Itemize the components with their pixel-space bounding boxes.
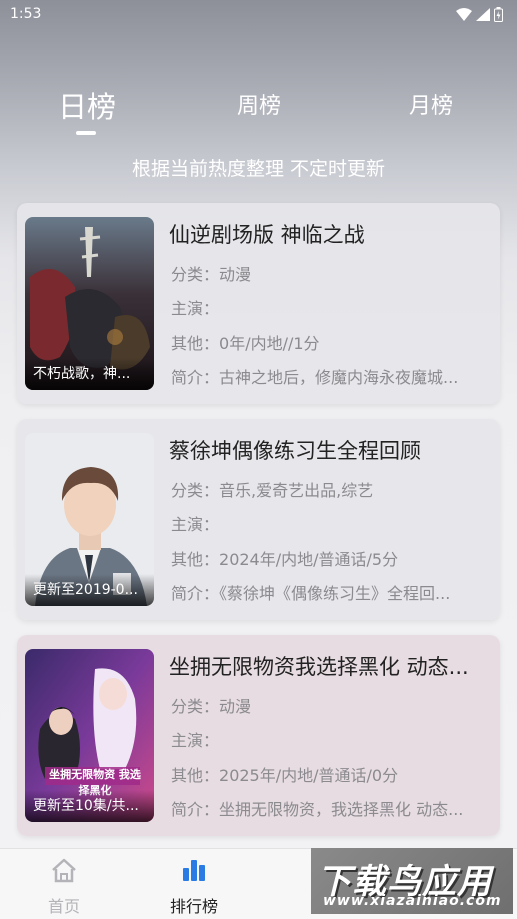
card-other: 其他：0年/内地//1分 bbox=[171, 334, 320, 353]
card-intro: 简介：古神之地后，修魔内海永夜魔城... bbox=[171, 368, 459, 387]
status-time: 1:53 bbox=[10, 6, 42, 22]
nav-home-label: 首页 bbox=[47, 897, 80, 916]
wifi-icon bbox=[456, 7, 472, 21]
card-title: 蔡徐坤偶像练习生全程回顾 bbox=[169, 439, 421, 463]
watermark-logo: 下载鸟应用 www.xiazainiao.com bbox=[311, 848, 513, 914]
nav-home[interactable]: 首页 bbox=[14, 857, 114, 917]
tab-daily[interactable]: 日榜 bbox=[56, 84, 118, 126]
poster-image: 更新至2019-0... bbox=[25, 433, 154, 606]
poster-caption: 更新至2019-0... bbox=[25, 574, 154, 606]
card-other: 其他：2024年/内地/普通话/5分 bbox=[171, 550, 399, 569]
nav-ranking-label: 排行榜 bbox=[169, 897, 218, 916]
status-bar: 1:53 bbox=[0, 0, 517, 28]
card-category: 分类：动漫 bbox=[171, 697, 252, 716]
status-icons bbox=[456, 6, 503, 22]
card-cast: 主演： bbox=[171, 299, 220, 318]
chart-icon bbox=[183, 860, 205, 881]
watermark-url: www.xiazainiao.com bbox=[323, 893, 502, 909]
tab-monthly[interactable]: 月榜 bbox=[400, 88, 462, 120]
card-title: 坐拥无限物资我选择黑化 动态... bbox=[169, 655, 469, 679]
poster-caption: 不朽战歌，神... bbox=[25, 358, 154, 390]
tab-weekly[interactable]: 周榜 bbox=[228, 88, 290, 120]
poster-caption: 更新至10集/共... bbox=[25, 790, 154, 822]
tab-indicator bbox=[76, 131, 96, 135]
signal-icon bbox=[476, 7, 490, 21]
card-title: 仙逆剧场版 神临之战 bbox=[169, 223, 365, 247]
nav-ranking[interactable]: 排行榜 bbox=[144, 857, 244, 917]
ranking-card[interactable]: 坐拥无限物资 我选择黑化 更新至10集/共... 坐拥无限物资我选择黑化 动态.… bbox=[17, 635, 500, 836]
card-category: 分类：音乐,爱奇艺出品,综艺 bbox=[171, 481, 374, 500]
ranking-card[interactable]: 更新至2019-0... 蔡徐坤偶像练习生全程回顾 分类：音乐,爱奇艺出品,综艺… bbox=[17, 419, 500, 620]
card-cast: 主演： bbox=[171, 515, 220, 534]
card-other: 其他：2025年/内地/普通话/0分 bbox=[171, 766, 399, 785]
ranking-tabs: 日榜 周榜 月榜 bbox=[0, 88, 517, 138]
poster-image: 不朽战歌，神... bbox=[25, 217, 154, 390]
battery-icon bbox=[494, 6, 503, 22]
home-icon bbox=[52, 858, 76, 883]
poster-image: 坐拥无限物资 我选择黑化 更新至10集/共... bbox=[25, 649, 154, 822]
ranking-card[interactable]: 不朽战歌，神... 仙逆剧场版 神临之战 分类：动漫 主演： 其他：0年/内地/… bbox=[17, 203, 500, 404]
card-cast: 主演： bbox=[171, 731, 220, 750]
card-intro: 简介：坐拥无限物资，我选择黑化 动态... bbox=[171, 800, 464, 819]
card-intro: 简介：《蔡徐坤《偶像练习生》全程回... bbox=[171, 584, 451, 603]
card-category: 分类：动漫 bbox=[171, 265, 252, 284]
ranking-subtitle: 根据当前热度整理 不定时更新 bbox=[131, 158, 386, 180]
